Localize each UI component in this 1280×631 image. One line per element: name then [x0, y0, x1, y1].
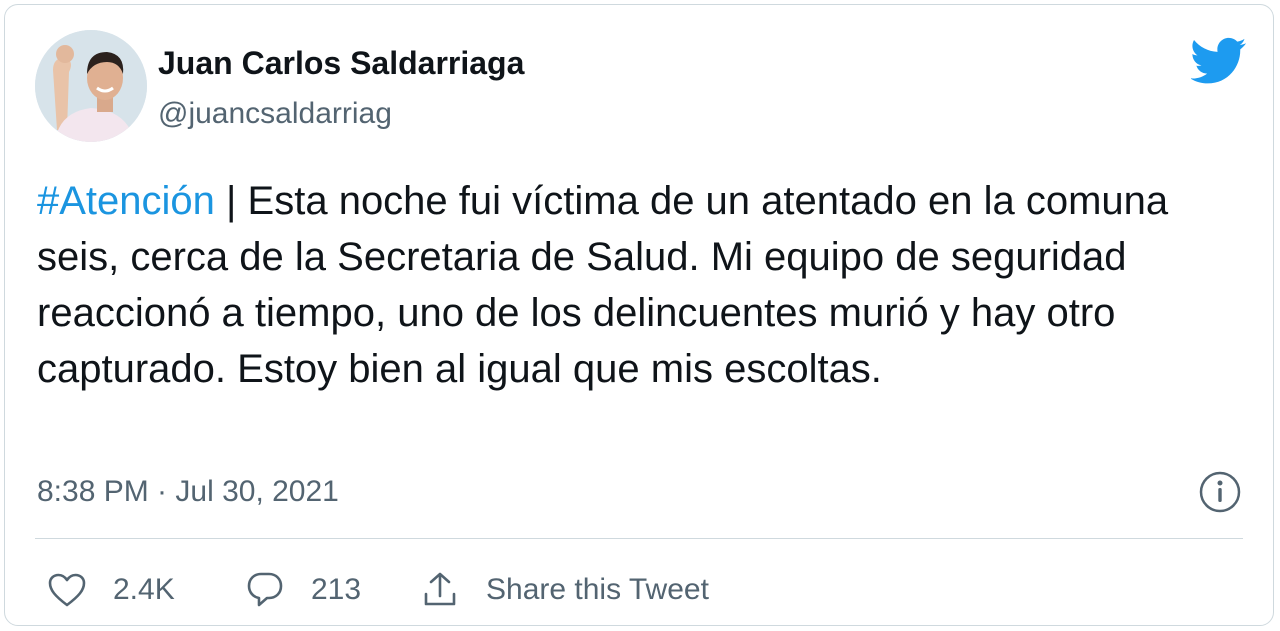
like-count: 2.4K — [113, 573, 175, 606]
avatar[interactable] — [35, 30, 147, 142]
like-button[interactable]: 2.4K — [47, 566, 175, 614]
tweet-text: #Atención | Esta noche fui víctima de un… — [37, 173, 1257, 397]
speech-bubble-icon — [247, 572, 283, 607]
info-icon[interactable] — [1198, 470, 1242, 514]
share-icon — [424, 572, 456, 606]
share-button[interactable]: Share this Tweet — [420, 566, 709, 614]
reply-count: 213 — [311, 573, 362, 606]
hashtag-link[interactable]: #Atención — [37, 179, 215, 223]
divider — [35, 538, 1243, 539]
author-handle[interactable]: @juancsaldarriag — [158, 97, 392, 131]
tweet-card: Juan Carlos Saldarriaga @juancsaldarriag… — [4, 4, 1274, 626]
tweet-timestamp[interactable]: 8:38 PM · Jul 30, 2021 — [37, 475, 339, 509]
twitter-bird-icon[interactable] — [1190, 37, 1247, 85]
author-name[interactable]: Juan Carlos Saldarriaga — [158, 45, 524, 82]
reply-button[interactable]: 213 — [245, 566, 361, 614]
share-label: Share this Tweet — [486, 573, 709, 606]
heart-icon — [48, 573, 86, 607]
